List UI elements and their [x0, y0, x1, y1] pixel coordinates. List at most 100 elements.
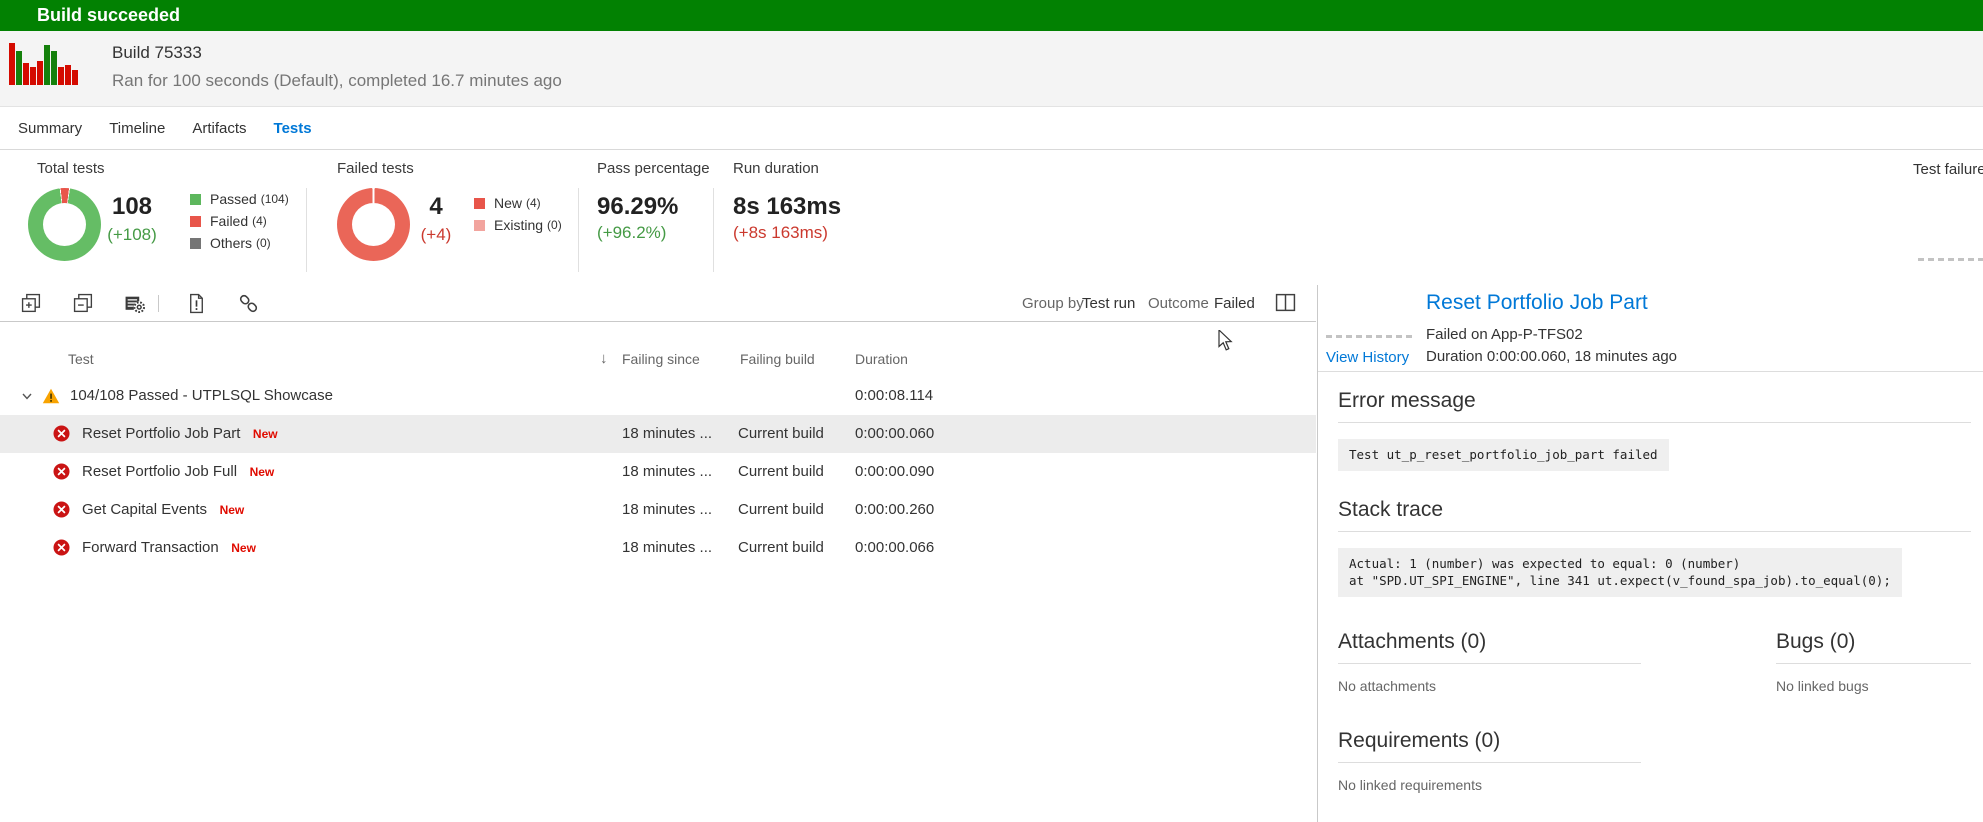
requirements-empty-text: No linked requirements [1338, 777, 1641, 793]
failing-since-cell: 18 minutes ... [622, 415, 712, 453]
build-subtitle: Ran for 100 seconds (Default), completed… [112, 71, 562, 91]
test-results-grid-region: Group by Test run Outcome Failed Test ↓ … [0, 285, 1316, 822]
legend-swatch [190, 194, 201, 205]
history-sparkline-placeholder [1326, 335, 1412, 338]
new-badge: New [250, 465, 275, 479]
divider [578, 188, 579, 272]
failing-since-cell: 18 minutes ... [622, 491, 712, 529]
total-tests-legend: Passed(104)Failed(4) Others (0) [190, 188, 289, 254]
view-history-link[interactable]: View History [1326, 349, 1409, 366]
duration-cell: 0:00:00.060 [855, 415, 934, 453]
stack-trace-text: Actual: 1 (number) was expected to equal… [1338, 548, 1902, 597]
mouse-cursor [1218, 330, 1236, 352]
legend-count: (0) [547, 218, 562, 232]
legend-label: Existing [494, 217, 543, 233]
test-row[interactable]: Get Capital Events New 18 minutes ... Curr… [0, 491, 1316, 529]
error-message-heading: Error message [1338, 388, 1971, 423]
history-bar [58, 67, 64, 85]
expand-all-icon[interactable] [21, 293, 42, 314]
test-row[interactable]: Reset Portfolio Job Part New18 minutes .… [0, 415, 1316, 453]
test-group-row[interactable]: 104/108 Passed - UTPLSQL Showcase 0:00:0… [0, 377, 1316, 415]
attachments-empty-text: No attachments [1338, 678, 1641, 694]
failed-tests-value: 4 (+4) [408, 193, 464, 245]
history-bar [23, 63, 29, 85]
failed-test-icon [53, 463, 70, 484]
tab-timeline[interactable]: Timeline [109, 120, 165, 137]
test-row[interactable]: Reset Portfolio Job Full New 18 minutes .… [0, 453, 1316, 491]
failing-build-cell: Current build [738, 529, 824, 567]
failing-build-cell: Current build [738, 491, 824, 529]
group-by-value[interactable]: Test run [1082, 285, 1135, 322]
test-row[interactable]: Forward Transaction New18 minutes ...Cur… [0, 529, 1316, 567]
bugs-section: Bugs (0) No linked bugs [1776, 629, 1971, 694]
detail-test-title: Reset Portfolio Job Part [1426, 291, 1648, 315]
test-name: Get Capital Events New [82, 491, 244, 529]
failed-test-icon [53, 501, 70, 522]
detail-panel-header: Reset Portfolio Job Part Failed on App-P… [1318, 285, 1983, 372]
copy-link-icon[interactable] [238, 293, 259, 314]
tab-summary[interactable]: Summary [18, 120, 82, 137]
failing-build-cell: Current build [738, 415, 824, 453]
legend-swatch [474, 220, 485, 231]
group-row-title: 104/108 Passed - UTPLSQL Showcase [70, 377, 333, 415]
new-badge: New [220, 503, 245, 517]
legend-swatch [190, 216, 201, 227]
new-badge: New [253, 427, 278, 441]
column-header-duration[interactable]: Duration [855, 345, 908, 373]
group-by-label: Group by [1022, 285, 1084, 322]
stack-trace-heading: Stack trace [1338, 497, 1971, 532]
legend-count: (0) [256, 236, 271, 250]
toolbar-separator [158, 295, 159, 312]
duration-cell: 0:00:00.090 [855, 453, 934, 491]
requirements-section: Requirements (0) No linked requirements [1338, 728, 1641, 793]
failing-since-cell: 18 minutes ... [622, 529, 712, 567]
test-failure-label: Test failure [1913, 161, 1983, 178]
legend-item-passed: Passed(104) [190, 188, 289, 210]
collapse-all-icon[interactable] [73, 293, 94, 314]
legend-item-failed: Failed(4) [190, 210, 289, 232]
legend-label: Others [210, 235, 252, 251]
bugs-empty-text: No linked bugs [1776, 678, 1971, 694]
legend-swatch [190, 238, 201, 249]
failed-tests-legend: New(4) Existing (0) [474, 192, 562, 236]
column-header-test[interactable]: Test [68, 345, 94, 373]
grid-header-row: Test ↓ Failing since Failing build Durat… [0, 345, 1316, 373]
failed-test-icon [53, 425, 70, 446]
build-status-banner: Build succeeded [0, 0, 1983, 31]
legend-item-existing: Existing (0) [474, 214, 562, 236]
history-bar [16, 51, 22, 85]
create-bug-icon[interactable] [186, 293, 207, 314]
tab-artifacts[interactable]: Artifacts [192, 120, 246, 137]
column-header-failing-since[interactable]: Failing since [622, 345, 700, 373]
warning-icon [42, 388, 60, 404]
failed-on-text: Failed on App-P-TFS02 [1426, 326, 1583, 343]
failed-tests-donut-chart [337, 188, 410, 261]
build-status-text: Build succeeded [37, 0, 180, 31]
total-tests-value: 108 (+108) [96, 193, 168, 245]
grid-toolbar: Group by Test run Outcome Failed [0, 285, 1316, 322]
outcome-value[interactable]: Failed [1214, 285, 1255, 322]
legend-label: Failed [210, 213, 248, 229]
column-header-failing-build[interactable]: Failing build [740, 345, 815, 373]
column-options-icon[interactable] [124, 293, 145, 314]
error-message-text: Test ut_p_reset_portfolio_job_part faile… [1338, 439, 1669, 471]
detail-duration-text: Duration 0:00:00.060, 18 minutes ago [1426, 348, 1677, 365]
group-row-duration: 0:00:08.114 [855, 377, 933, 415]
details-pane-toggle-icon[interactable] [1275, 292, 1296, 313]
legend-item-new: New(4) [474, 192, 562, 214]
tab-tests[interactable]: Tests [274, 120, 312, 137]
legend-label: Passed [210, 191, 257, 207]
legend-label: New [494, 195, 522, 211]
divider [713, 188, 714, 272]
test-summary-strip: Total tests 108 (+108) Passed(104)Failed… [0, 151, 1983, 285]
chevron-down-icon[interactable] [22, 393, 32, 400]
failing-since-cell: 18 minutes ... [622, 453, 712, 491]
outcome-label: Outcome [1148, 285, 1209, 322]
history-bar [51, 51, 57, 85]
tab-bar: Summary Timeline Artifacts Tests [0, 108, 1983, 150]
bugs-heading: Bugs (0) [1776, 629, 1971, 664]
detail-panel-body: Error message Test ut_p_reset_portfolio_… [1318, 372, 1983, 793]
sort-descending-icon: ↓ [600, 345, 608, 373]
test-name: Reset Portfolio Job Full New [82, 453, 274, 491]
history-bar [65, 65, 71, 85]
